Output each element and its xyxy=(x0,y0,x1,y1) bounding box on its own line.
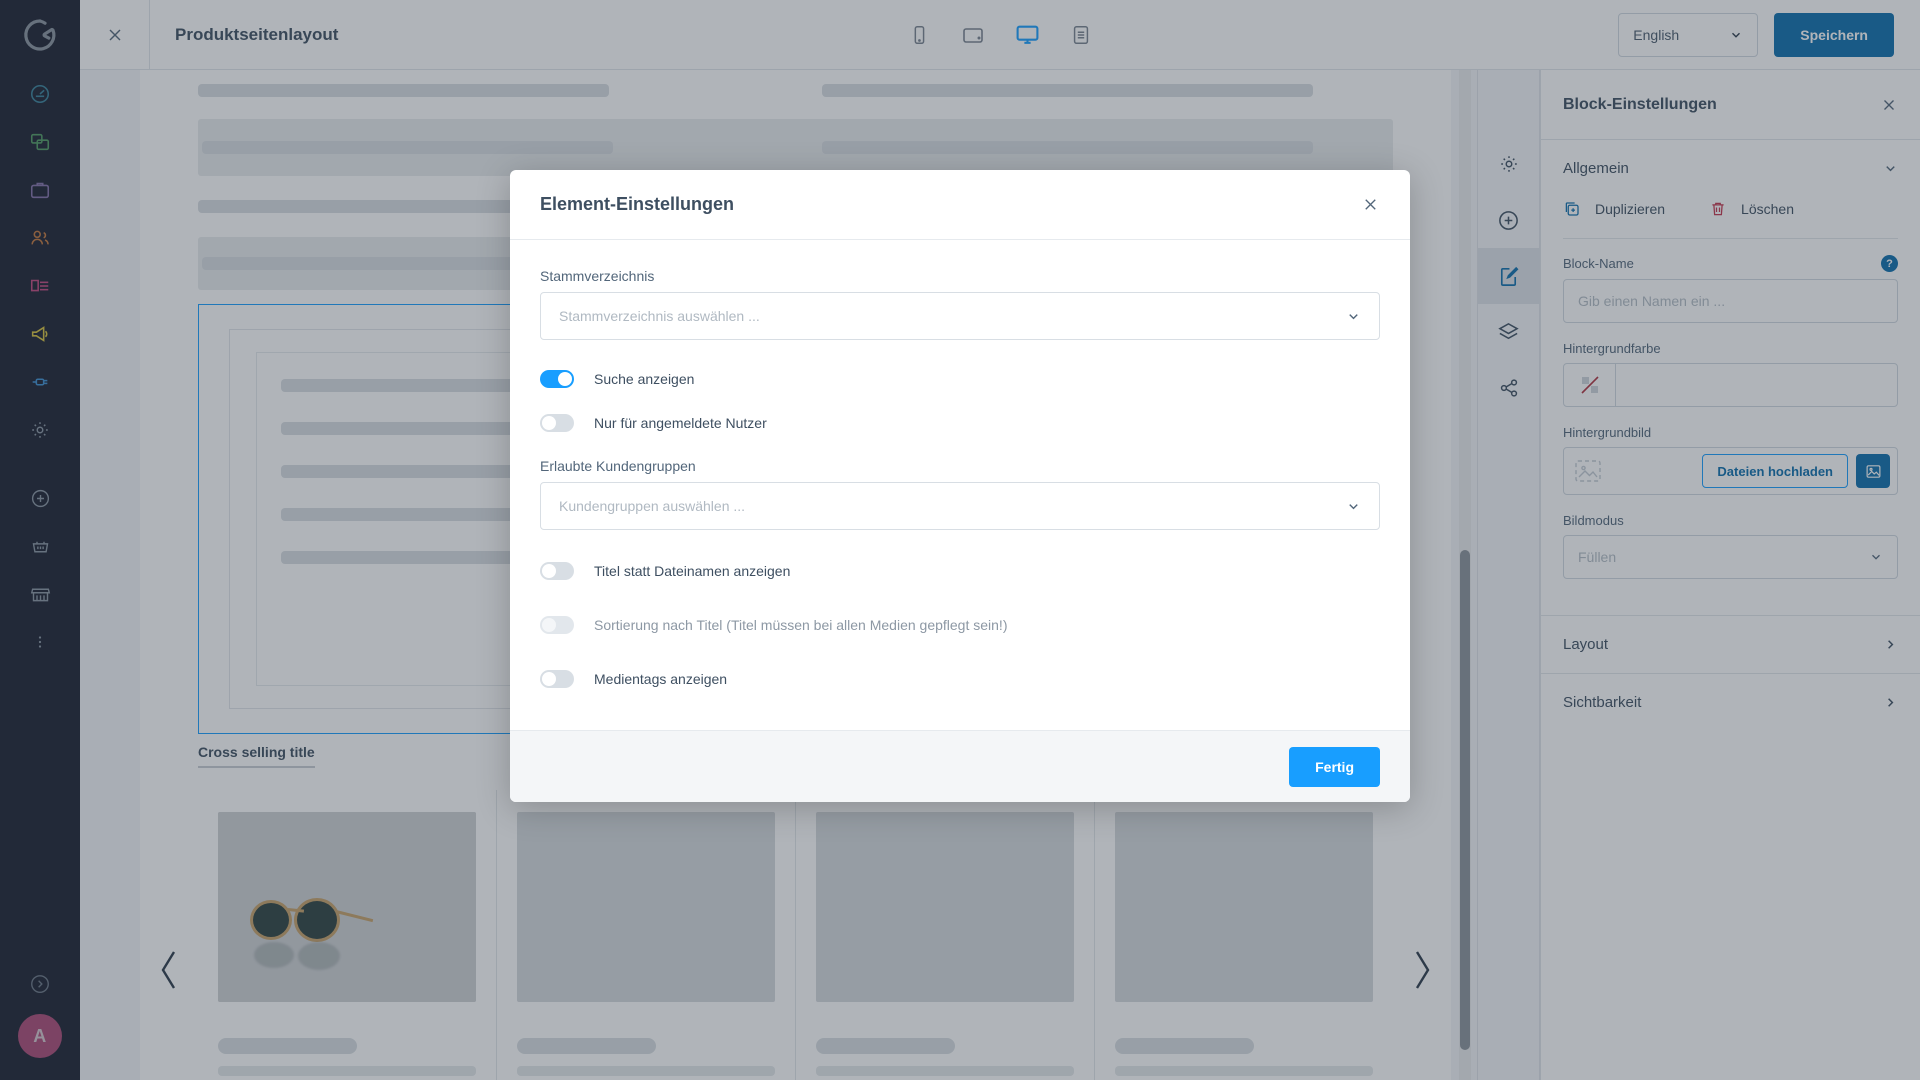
root-directory-placeholder: Stammverzeichnis auswählen ... xyxy=(559,308,760,324)
logged-in-only-label: Nur für angemeldete Nutzer xyxy=(594,415,767,431)
modal-title: Element-Einstellungen xyxy=(540,194,735,214)
toggle-row-logged-in-only[interactable]: Nur für angemeldete Nutzer xyxy=(540,414,1380,432)
toggle-knob xyxy=(542,416,556,430)
customer-groups-select[interactable]: Kundengruppen auswählen ... xyxy=(540,482,1380,530)
show-search-label: Suche anzeigen xyxy=(594,371,695,387)
toggle-knob xyxy=(558,372,572,386)
chevron-down-icon xyxy=(1346,499,1361,514)
toggle-row-show-title-instead-filename[interactable]: Titel statt Dateinamen anzeigen xyxy=(540,562,1380,580)
element-settings-modal: Element-Einstellungen Stammverzeichnis S… xyxy=(510,170,1410,802)
toggle-knob xyxy=(542,564,556,578)
toggle-knob xyxy=(542,672,556,686)
toggle-knob xyxy=(542,618,556,632)
customer-groups-field: Erlaubte Kundengruppen Kundengruppen aus… xyxy=(540,458,1380,530)
toggle-row-sort-by-title: Sortierung nach Titel (Titel müssen bei … xyxy=(540,616,1380,634)
show-title-instead-filename-toggle[interactable] xyxy=(540,562,574,580)
show-search-toggle[interactable] xyxy=(540,370,574,388)
modal-footer: Fertig xyxy=(510,730,1410,802)
customer-groups-placeholder: Kundengruppen auswählen ... xyxy=(559,498,746,514)
app-root: A Produktseitenlayout English Speichern … xyxy=(0,0,1920,1080)
sort-by-title-toggle xyxy=(540,616,574,634)
root-directory-select[interactable]: Stammverzeichnis auswählen ... xyxy=(540,292,1380,340)
modal-body: Stammverzeichnis Stammverzeichnis auswäh… xyxy=(510,240,1410,730)
customer-groups-label: Erlaubte Kundengruppen xyxy=(540,458,696,474)
done-button[interactable]: Fertig xyxy=(1289,746,1380,787)
toggle-row-show-search[interactable]: Suche anzeigen xyxy=(540,370,1380,388)
toggle-row-show-media-tags[interactable]: Medientags anzeigen xyxy=(540,670,1380,688)
show-media-tags-toggle[interactable] xyxy=(540,670,574,688)
modal-close-button[interactable] xyxy=(1361,195,1380,214)
logged-in-only-toggle[interactable] xyxy=(540,414,574,432)
root-directory-label: Stammverzeichnis xyxy=(540,268,655,284)
modal-header: Element-Einstellungen xyxy=(510,170,1410,240)
sort-by-title-label: Sortierung nach Titel (Titel müssen bei … xyxy=(594,617,1008,633)
show-title-instead-filename-label: Titel statt Dateinamen anzeigen xyxy=(594,563,791,579)
show-media-tags-label: Medientags anzeigen xyxy=(594,671,728,687)
root-directory-field: Stammverzeichnis Stammverzeichnis auswäh… xyxy=(540,268,1380,340)
chevron-down-icon xyxy=(1346,309,1361,324)
